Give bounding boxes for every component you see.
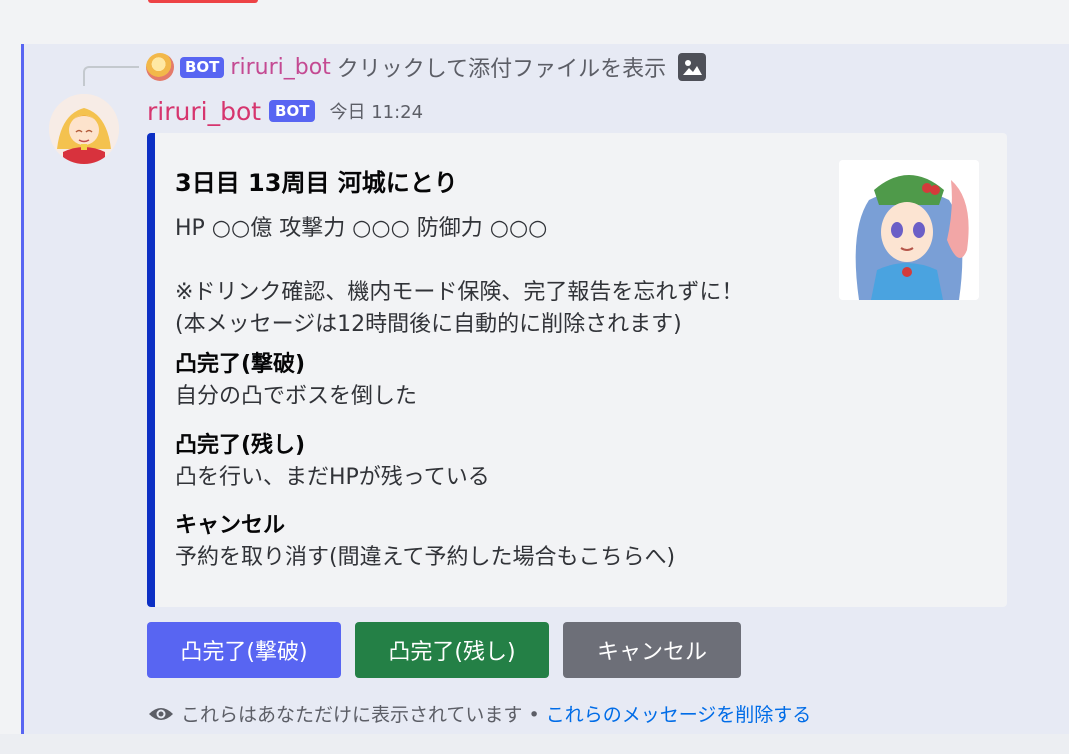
avatar[interactable] xyxy=(49,94,119,164)
embed: 3日目 13周目 河城にとり HP ○○億 攻撃力 ○○○ 防御力 ○○○ ※ドリ… xyxy=(147,133,1007,607)
embed-thumbnail[interactable] xyxy=(839,160,979,300)
embed-field: 凸完了(撃破) 自分の凸でボスを倒した xyxy=(175,349,417,413)
embed-desc-note: (本メッセージは12時間後に自動的に削除されます) xyxy=(175,312,682,337)
reply-spine-line xyxy=(83,66,139,86)
reply-preview[interactable]: BOT riruri_bot クリックして添付ファイルを表示 xyxy=(146,51,707,83)
bot-tag: BOT xyxy=(269,100,316,122)
embed-desc-reminder: ※ドリンク確認、機内モード保険、完了報告を忘れずに！ xyxy=(175,280,744,305)
ephemeral-text: これらはあなただけに表示されています • xyxy=(181,704,540,726)
reply-bot-tag: BOT xyxy=(180,56,225,78)
reply-username[interactable]: riruri_bot xyxy=(230,55,330,80)
embed-description: HP ○○億 攻撃力 ○○○ 防御力 ○○○ ※ドリンク確認、機内モード保険、完了… xyxy=(175,213,815,341)
embed-field: キャンセル 予約を取り消す(間違えて予約した場合もこちらへ) xyxy=(175,510,675,574)
embed-field-value: 凸を行い、まだHPが残っている xyxy=(175,465,490,490)
eye-icon xyxy=(149,707,173,720)
cancel-button[interactable]: キャンセル xyxy=(563,622,741,678)
remaining-complete-button[interactable]: 凸完了(残し) xyxy=(355,622,549,678)
previous-message-button-edge xyxy=(148,0,258,3)
embed-field: 凸完了(残し) 凸を行い、まだHPが残っている xyxy=(175,430,490,494)
previous-message-area xyxy=(0,0,1069,44)
timestamp[interactable]: 今日 11:24 xyxy=(329,98,423,124)
message-list-bottom xyxy=(0,734,1069,754)
image-icon xyxy=(678,53,707,81)
embed-field-value: 予約を取り消す(間違えて予約した場合もこちらへ) xyxy=(175,545,676,570)
message-header: riruri_bot BOT 今日 11:24 xyxy=(147,94,423,128)
reply-text[interactable]: クリックして添付ファイルを表示 xyxy=(337,51,666,83)
author-username[interactable]: riruri_bot xyxy=(147,97,261,126)
embed-field-name: キャンセル xyxy=(175,513,286,538)
embed-field-name: 凸完了(撃破) xyxy=(175,352,306,377)
embed-desc-stats: HP ○○億 攻撃力 ○○○ 防御力 ○○○ xyxy=(175,216,548,241)
embed-field-value: 自分の凸でボスを倒した xyxy=(175,384,418,409)
ephemeral-notice: これらはあなただけに表示されています • これらのメッセージを削除する xyxy=(147,700,811,727)
delete-messages-link[interactable]: これらのメッセージを削除する xyxy=(546,700,812,727)
embed-title: 3日目 13周目 河城にとり xyxy=(175,169,458,197)
embed-field-name: 凸完了(残し) xyxy=(175,433,306,458)
defeat-complete-button[interactable]: 凸完了(撃破) xyxy=(147,622,341,678)
reply-avatar[interactable] xyxy=(146,53,174,81)
